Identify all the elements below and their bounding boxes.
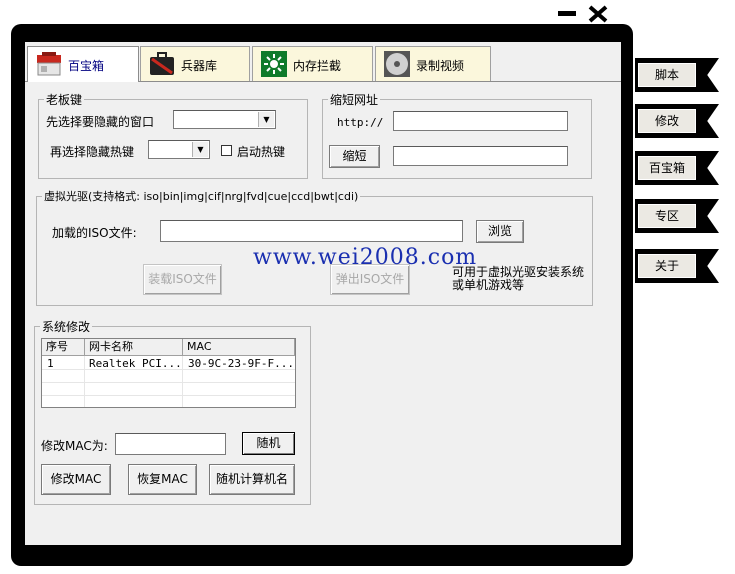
weapon-case-icon: [150, 52, 174, 75]
tab-label: 兵器库: [181, 59, 218, 73]
side-menu-modify[interactable]: 修改: [635, 104, 719, 138]
side-menu-zone[interactable]: 专区: [635, 199, 719, 233]
virtual-drive-title: 虚拟光驱(支持格式: iso|bin|img|cif|nrg|fvd|cue|c…: [42, 188, 361, 204]
row-index-cell: 1: [47, 357, 54, 370]
toolbox-icon: [37, 52, 61, 76]
enable-hotkey-checkbox[interactable]: [221, 145, 232, 156]
mac-input[interactable]: [115, 433, 226, 455]
video-disc-icon: [384, 51, 410, 77]
tab-weapons[interactable]: 兵器库: [140, 46, 250, 81]
tab-toolbox[interactable]: 百宝箱: [27, 46, 139, 82]
modify-mac-button[interactable]: 修改MAC: [41, 464, 111, 495]
restore-mac-button-label: 恢复MAC: [137, 472, 188, 486]
side-menu-label: 关于: [638, 254, 696, 278]
tab-label: 内存拦截: [293, 59, 342, 73]
side-menu-script[interactable]: 脚本: [635, 58, 719, 92]
side-menu-about[interactable]: 关于: [635, 249, 719, 283]
shorten-button-label: 缩短: [342, 149, 367, 163]
side-menu-label: 修改: [638, 109, 696, 133]
tab-label: 百宝箱: [68, 59, 105, 73]
side-menu-toolbox[interactable]: 百宝箱: [635, 151, 719, 185]
row-mac-cell: 30-9C-23-9F-F...: [188, 357, 294, 370]
chevron-down-icon[interactable]: ▼: [192, 142, 208, 157]
minimize-button[interactable]: [556, 7, 578, 21]
boss-key-title: 老板键: [44, 91, 85, 108]
close-icon: [588, 5, 608, 23]
random-mac-button[interactable]: 随机: [242, 432, 295, 455]
loaded-iso-label: 加载的ISO文件:: [52, 226, 137, 240]
tab-memory-intercept[interactable]: 内存拦截: [252, 46, 373, 81]
hotkey-label: 再选择隐藏热键: [50, 145, 135, 159]
mount-iso-button[interactable]: 装载ISO文件: [143, 264, 222, 295]
random-computer-name-button[interactable]: 随机计算机名: [209, 464, 295, 495]
modify-mac-button-label: 修改MAC: [50, 472, 102, 486]
table-gridline: [42, 382, 295, 383]
random-mac-button-label: 随机: [256, 436, 281, 450]
table-row[interactable]: 1 Realtek PCI... 30-9C-23-9F-F...: [42, 357, 295, 370]
enable-hotkey-label: 启动热键: [237, 145, 286, 159]
minimize-icon: [558, 11, 576, 16]
iso-path-input[interactable]: [160, 220, 463, 242]
random-computer-name-button-label: 随机计算机名: [215, 472, 288, 486]
close-button[interactable]: [588, 5, 608, 23]
shorten-button[interactable]: 缩短: [329, 145, 380, 168]
column-header-mac[interactable]: MAC: [183, 339, 295, 356]
hotkey-combo[interactable]: ▼: [148, 140, 210, 159]
browse-button[interactable]: 浏览: [476, 220, 524, 243]
network-adapter-table[interactable]: 序号 网卡名称 MAC 1 Realtek PCI... 30-9C-23-9F…: [41, 338, 296, 408]
http-prefix-label: http://: [337, 116, 384, 129]
select-window-combo[interactable]: ▼: [173, 110, 276, 129]
tab-record-video[interactable]: 录制视频: [375, 46, 491, 81]
restore-mac-button[interactable]: 恢复MAC: [128, 464, 197, 495]
modify-mac-label: 修改MAC为:: [41, 439, 108, 453]
select-window-label: 先选择要隐藏的窗口: [46, 115, 155, 129]
side-menu-label: 专区: [638, 204, 696, 228]
eject-iso-button-label: 弹出ISO文件: [335, 272, 405, 286]
memory-chip-icon: [261, 51, 287, 77]
column-header-adapter-name[interactable]: 网卡名称: [85, 339, 183, 356]
virtual-drive-note-line2: 或单机游戏等: [452, 278, 525, 292]
row-adapter-name-cell: Realtek PCI...: [89, 357, 182, 370]
url-input[interactable]: [393, 111, 568, 131]
short-url-title: 缩短网址: [328, 91, 381, 108]
table-gridline: [42, 395, 295, 396]
short-url-result[interactable]: [393, 146, 568, 166]
browse-button-label: 浏览: [487, 224, 512, 238]
site-watermark: www.wei2008.com: [253, 245, 478, 270]
tab-label: 录制视频: [416, 59, 465, 73]
side-menu-label: 脚本: [638, 63, 696, 87]
chevron-down-icon[interactable]: ▼: [258, 112, 274, 127]
system-modify-title: 系统修改: [40, 318, 93, 335]
column-header-index[interactable]: 序号: [42, 339, 85, 356]
mount-iso-button-label: 装载ISO文件: [148, 272, 217, 286]
side-menu-label: 百宝箱: [638, 156, 696, 180]
